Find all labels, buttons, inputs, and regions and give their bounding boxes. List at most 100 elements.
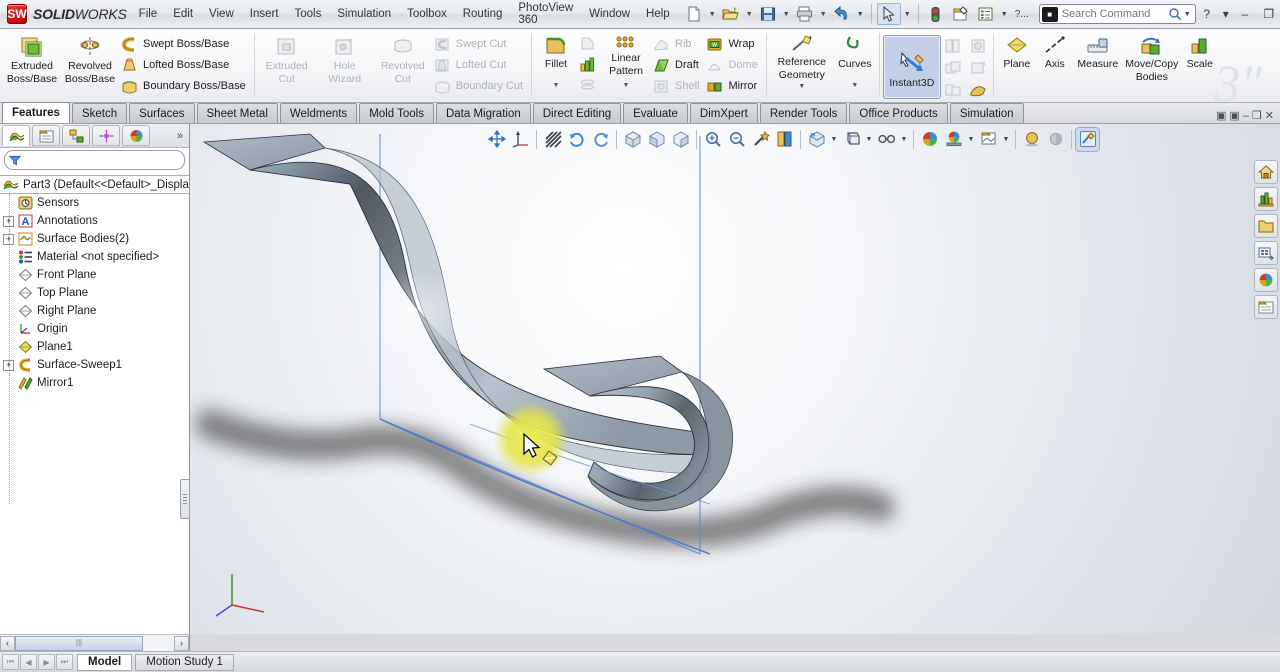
doc-tile-vertical-button[interactable]: ▣ xyxy=(1216,109,1226,122)
split-button[interactable] xyxy=(966,35,990,56)
tree-item-annotations[interactable]: +AAnnotations xyxy=(0,212,189,230)
options-file-properties-button[interactable] xyxy=(949,3,973,25)
tab-dimxpert[interactable]: DimXpert xyxy=(690,103,758,123)
dimetric-view-button[interactable] xyxy=(669,128,692,151)
zoom-to-fit-button[interactable] xyxy=(485,128,508,151)
lofted-cut-button[interactable]: Lofted Cut xyxy=(432,55,528,75)
shell-button[interactable]: Shell xyxy=(651,76,704,96)
fillet-dropdown-caret-icon[interactable]: ▼ xyxy=(535,80,577,93)
doc-tile-horizontal-button[interactable]: ▣ xyxy=(1229,109,1239,122)
scroll-thumb[interactable] xyxy=(15,636,143,651)
restore-button[interactable]: ❐ xyxy=(1258,4,1280,24)
combine-button[interactable] xyxy=(941,57,965,78)
save-document-caret-icon[interactable]: ▼ xyxy=(781,3,792,25)
motion-next-button[interactable]: ▶ xyxy=(38,654,55,670)
display-manager-tab[interactable] xyxy=(122,125,150,146)
graphics-area[interactable]: ▼ ▼ ▼ ▼ ▼ xyxy=(190,124,1280,634)
tree-item-plane1[interactable]: Plane1 xyxy=(0,338,189,356)
boundary-boss-base-button[interactable]: Boundary Boss/Base xyxy=(119,76,251,96)
design-library-button[interactable] xyxy=(1254,187,1278,211)
menu-item-edit[interactable]: Edit xyxy=(165,5,201,23)
swept-cut-button[interactable]: Swept Cut xyxy=(432,34,528,54)
section-view-button[interactable] xyxy=(541,128,564,151)
view-orientation-menu-button[interactable] xyxy=(805,128,828,151)
lofted-boss-base-button[interactable]: Lofted Boss/Base xyxy=(119,55,251,75)
print-document-button[interactable] xyxy=(793,3,817,25)
scroll-track[interactable] xyxy=(15,636,174,651)
tab-sketch[interactable]: Sketch xyxy=(72,103,127,123)
tree-item-front-plane[interactable]: Front Plane xyxy=(0,266,189,284)
surface-sweep-left[interactable] xyxy=(250,162,710,455)
panel-resize-grip[interactable] xyxy=(180,479,190,519)
tree-item-sensors[interactable]: Sensors xyxy=(0,194,189,212)
move-face-button[interactable] xyxy=(941,79,965,100)
new-document-caret-icon[interactable]: ▼ xyxy=(707,3,718,25)
display-style-button[interactable] xyxy=(840,128,863,151)
tree-item-origin[interactable]: Origin xyxy=(0,320,189,338)
edit-appearance-button[interactable] xyxy=(918,128,941,151)
intersect-button[interactable] xyxy=(941,35,965,56)
tab-direct-editing[interactable]: Direct Editing xyxy=(533,103,621,123)
custom-properties-button[interactable] xyxy=(1254,295,1278,319)
search-icon[interactable] xyxy=(1168,7,1182,21)
tab-data-migration[interactable]: Data Migration xyxy=(436,103,531,123)
dome-button[interactable]: Dome xyxy=(704,55,762,75)
join-button[interactable] xyxy=(966,57,990,78)
tab-simulation[interactable]: Simulation xyxy=(950,103,1024,123)
configuration-manager-tab[interactable] xyxy=(62,125,90,146)
deform-button[interactable] xyxy=(966,79,990,100)
trimetric-view-button[interactable] xyxy=(645,128,668,151)
property-manager-tab[interactable] xyxy=(32,125,60,146)
scroll-right-button[interactable]: › xyxy=(174,636,189,651)
motion-last-button[interactable]: ⏭ xyxy=(56,654,73,670)
revolved-boss-base-button[interactable]: Revolved Boss/Base xyxy=(61,31,119,93)
menu-item-routing[interactable]: Routing xyxy=(455,5,511,23)
move-copy-bodies-button[interactable]: Move/Copy Bodies xyxy=(1123,31,1181,93)
tree-item-surface-sweep1[interactable]: +Surface-Sweep1 xyxy=(0,356,189,374)
boundary-cut-button[interactable]: Boundary Cut xyxy=(432,76,528,96)
doc-minimize-button[interactable]: – xyxy=(1243,110,1249,122)
apply-scene-caret-icon[interactable]: ▼ xyxy=(966,128,976,151)
tab-surfaces[interactable]: Surfaces xyxy=(129,103,194,123)
zoom-previous-button[interactable] xyxy=(725,128,748,151)
file-explorer-button[interactable] xyxy=(1254,214,1278,238)
help-caret-icon[interactable]: ▾ xyxy=(1220,4,1232,24)
reference-geometry-button[interactable]: Reference Geometry ▼ xyxy=(770,31,834,94)
dimxpert-manager-tab[interactable] xyxy=(92,125,120,146)
tab-sheet-metal[interactable]: Sheet Metal xyxy=(197,103,278,123)
search-input[interactable] xyxy=(1062,8,1168,20)
curves-button[interactable]: Curves ▼ xyxy=(834,31,876,93)
extruded-boss-base-button[interactable]: Extruded Boss/Base xyxy=(3,31,61,93)
help-button[interactable]: ? xyxy=(1196,4,1218,24)
solidworks-resources-button[interactable] xyxy=(1254,160,1278,184)
menu-item-window[interactable]: Window xyxy=(581,5,638,23)
curves-dropdown-caret-icon[interactable]: ▼ xyxy=(834,80,876,93)
scroll-left-button[interactable]: ‹ xyxy=(0,636,15,651)
shadows-button[interactable] xyxy=(1020,128,1043,151)
undo-caret-icon[interactable]: ▼ xyxy=(855,3,866,25)
linear-pattern-dropdown-caret-icon[interactable]: ▼ xyxy=(601,80,651,93)
apply-scene-button[interactable] xyxy=(942,128,965,151)
display-style-caret-icon[interactable]: ▼ xyxy=(864,128,874,151)
menu-item-view[interactable]: View xyxy=(201,5,242,23)
view-orientation-rotate-button[interactable] xyxy=(565,128,588,151)
view-settings-button[interactable] xyxy=(977,128,1000,151)
instant3d-button[interactable]: Instant3D xyxy=(883,35,941,99)
previous-view-button[interactable] xyxy=(509,128,532,151)
tree-horizontal-scrollbar[interactable]: ‹ › xyxy=(0,634,190,651)
menu-item-simulation[interactable]: Simulation xyxy=(329,5,399,23)
tab-features[interactable]: Features xyxy=(2,102,70,123)
tab-weldments[interactable]: Weldments xyxy=(280,103,357,123)
instant3d-toggle-button[interactable] xyxy=(1076,128,1099,151)
view-orientation-menu-caret-icon[interactable]: ▼ xyxy=(829,128,839,151)
search-pane-button[interactable] xyxy=(1254,241,1278,265)
menu-item-photoview-360[interactable]: PhotoView 360 xyxy=(510,0,581,29)
view-settings-caret-icon[interactable]: ▼ xyxy=(1001,128,1011,151)
curve-driven-pattern-button[interactable] xyxy=(577,75,601,95)
doc-restore-button[interactable]: ❐ xyxy=(1252,109,1262,122)
motion-prev-button[interactable]: ◀ xyxy=(20,654,37,670)
status-tab-model[interactable]: Model xyxy=(77,654,132,671)
tree-item-right-plane[interactable]: Right Plane xyxy=(0,302,189,320)
tree-item-material-not-specified[interactable]: Material <not specified> xyxy=(0,248,189,266)
hide-show-items-caret-icon[interactable]: ▼ xyxy=(899,128,909,151)
